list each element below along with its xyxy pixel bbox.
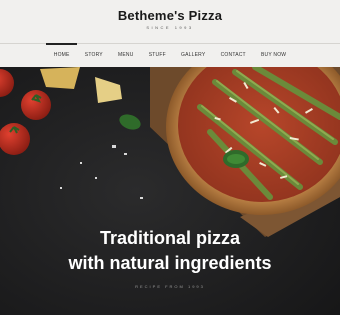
nav-item-home[interactable]: HOME (46, 43, 78, 67)
hero-subtext: RECIPE FROM 1993 (135, 284, 205, 289)
hero-section: Traditional pizza with natural ingredien… (0, 67, 340, 315)
brand-tagline: SINCE 1993 (146, 25, 194, 30)
nav-item-menu[interactable]: MENU (110, 44, 141, 67)
hero-image (0, 67, 340, 315)
brand-logo[interactable]: Betheme's Pizza (0, 8, 340, 23)
nav-item-story[interactable]: STORY (77, 44, 110, 67)
nav-item-contact[interactable]: CONTACT (213, 44, 253, 67)
nav-item-buy-now[interactable]: BUY NOW (253, 44, 293, 67)
hero-headline: Traditional pizza with natural ingredien… (68, 228, 272, 273)
nav-item-stuff[interactable]: STUFF (141, 44, 173, 67)
cheese-wedge (40, 67, 80, 89)
site-header: Betheme's Pizza SINCE 1993 HOME STORY ME… (0, 0, 340, 67)
nav-item-gallery[interactable]: GALLERY (173, 44, 213, 67)
main-nav: HOME STORY MENU STUFF GALLERY CONTACT BU… (0, 43, 340, 67)
